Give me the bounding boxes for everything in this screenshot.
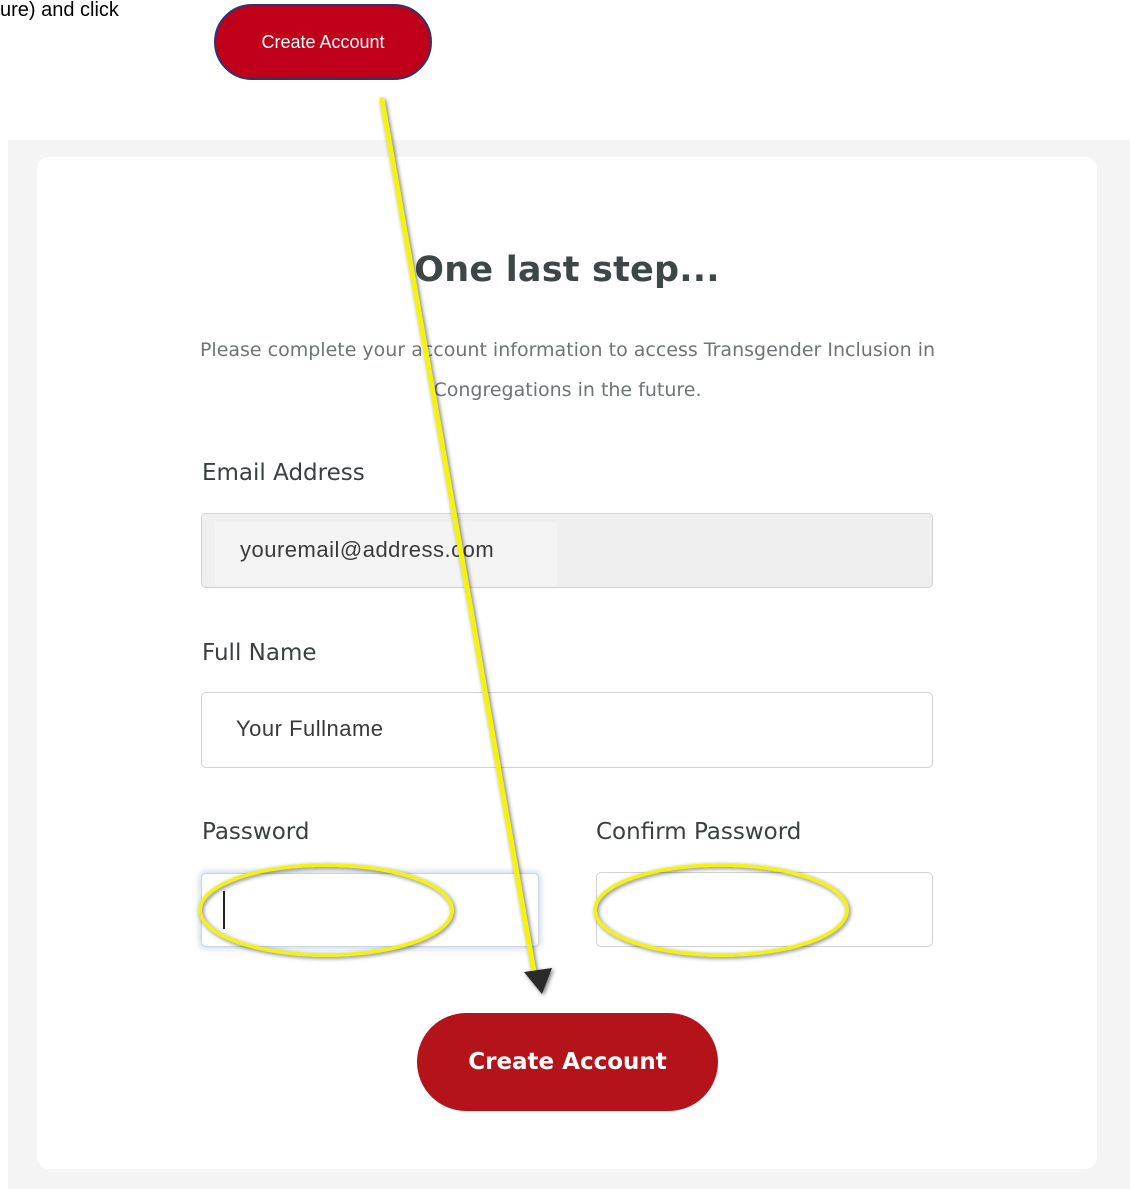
page-subtitle: Please complete your account information… [160,330,975,410]
password-label: Password [202,819,310,845]
confirm-password-field[interactable] [596,872,933,947]
email-value: youremail@address.com [240,537,495,562]
confirm-password-label: Confirm Password [596,819,802,845]
text-cursor [223,891,225,929]
subtitle-line-1: Please complete your account information… [199,339,936,361]
subtitle-line-2: Congregations in the future. [433,379,702,401]
create-account-callout: Create Account [214,4,432,80]
email-label: Email Address [202,460,365,486]
instruction-text: ure) and click [0,0,119,21]
page-title: One last step... [414,250,720,290]
password-field[interactable] [201,873,539,947]
fullname-label: Full Name [202,640,317,666]
fullname-value: Your Fullname [236,716,384,741]
create-account-button[interactable]: Create Account [417,1013,718,1111]
